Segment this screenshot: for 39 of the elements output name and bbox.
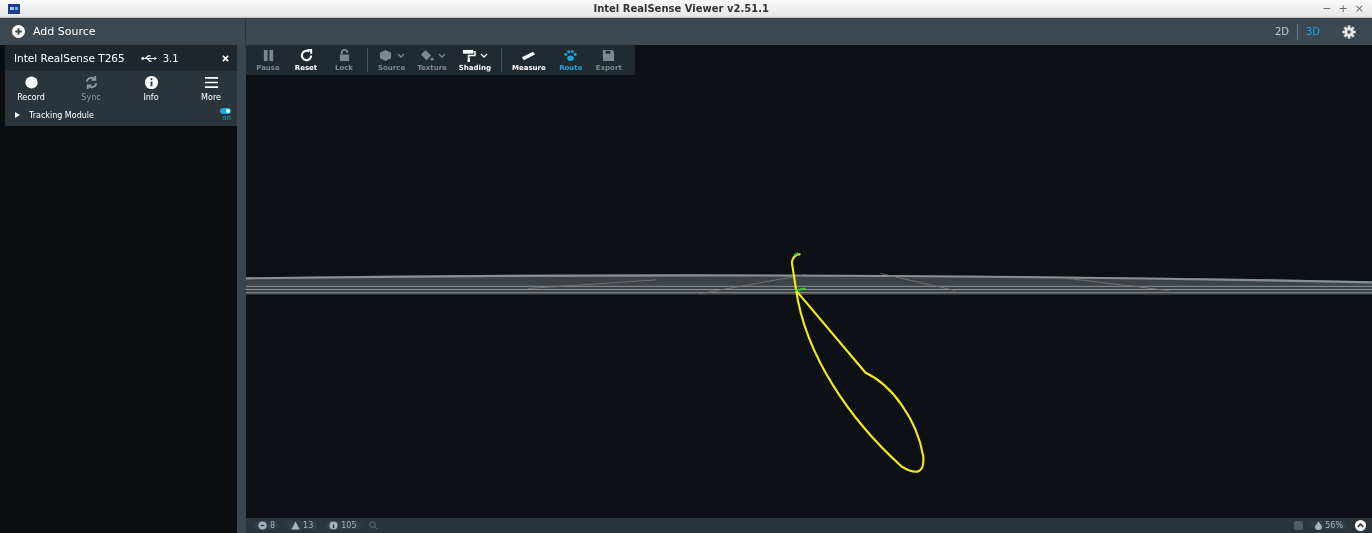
paw-icon	[563, 48, 579, 62]
info-icon	[329, 521, 339, 530]
window-control[interactable]: −	[1322, 3, 1332, 14]
close-icon[interactable]	[222, 54, 229, 62]
app-icon	[8, 3, 20, 14]
settings-icon[interactable]	[1342, 24, 1356, 39]
info-icon	[143, 75, 159, 90]
toggle-switch[interactable]	[220, 108, 231, 114]
error-counter[interactable]: 8	[254, 521, 280, 530]
reset-icon	[298, 48, 314, 62]
more-button[interactable]: More	[189, 75, 233, 102]
save-icon	[601, 48, 617, 62]
info-counter[interactable]: 105	[325, 521, 361, 530]
bucket-icon	[418, 48, 434, 62]
warning-counter[interactable]: 13	[287, 521, 318, 530]
view-mode-tab[interactable]: 2D	[1274, 26, 1289, 37]
plus-icon	[12, 25, 25, 38]
window-title: Intel RealSense Viewer v2.51.1	[592, 3, 770, 14]
usb-icon	[140, 53, 157, 63]
error-icon	[258, 521, 267, 530]
sync-icon	[83, 75, 99, 90]
device-name: Intel RealSense T265	[14, 52, 125, 64]
cube-icon	[378, 48, 394, 62]
usb-version: 3.1	[162, 52, 179, 64]
drop-icon	[1315, 521, 1323, 530]
view-mode-tab[interactable]: 3D	[1305, 26, 1320, 37]
info-button[interactable]: Info	[129, 75, 173, 102]
module-name: Tracking Module	[29, 110, 94, 120]
expand-arrow-icon[interactable]	[15, 112, 20, 118]
square-icon	[1294, 521, 1304, 530]
chevron-up-icon[interactable]	[1355, 520, 1366, 531]
window-control[interactable]: ×	[1354, 3, 1364, 14]
window-control[interactable]: +	[1338, 3, 1348, 14]
record-icon	[23, 75, 39, 90]
record-button[interactable]: Record	[9, 75, 53, 102]
menu-icon	[203, 75, 219, 90]
roller-icon	[461, 48, 477, 62]
battery-level: 56%	[1311, 521, 1347, 530]
warning-icon	[291, 521, 301, 530]
